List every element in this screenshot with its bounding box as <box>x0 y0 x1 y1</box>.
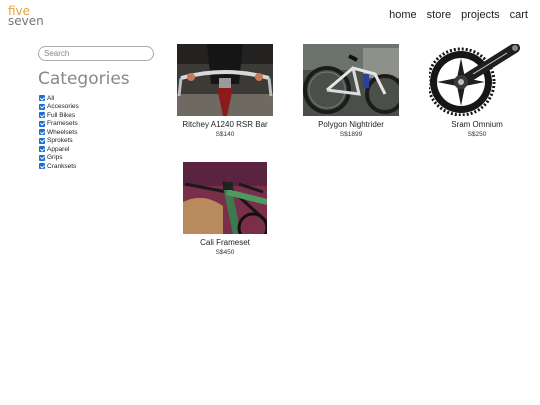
checkbox-checked[interactable] <box>39 103 45 110</box>
category-filter-sprokets[interactable]: Sprokets <box>39 137 79 146</box>
category-label: Grips <box>47 154 63 162</box>
product-price: S$1899 <box>339 131 363 138</box>
category-label: Framesets <box>47 120 78 128</box>
product-name[interactable]: Cali Frameset <box>170 238 280 247</box>
checkbox-checked[interactable] <box>39 120 45 127</box>
checkbox-checked[interactable] <box>39 112 45 119</box>
category-label: Sprokets <box>47 137 73 145</box>
search-input[interactable] <box>38 46 154 61</box>
product-name[interactable]: Ritchey A1240 RSR Bar <box>170 120 280 129</box>
category-label: Accesories <box>47 103 79 111</box>
main-nav: home store projects cart <box>389 9 528 21</box>
product-name[interactable]: Sram Omnium <box>422 120 532 129</box>
nav-projects-link[interactable]: projects <box>461 9 500 21</box>
product-image-handlebar[interactable] <box>177 44 273 116</box>
category-filter-apparel[interactable]: Apparel <box>39 145 79 154</box>
logo-word-seven: seven <box>8 14 44 28</box>
category-label: Cranksets <box>47 162 77 170</box>
nav-cart-link[interactable]: cart <box>510 9 528 21</box>
product-image-frameset[interactable] <box>183 162 267 234</box>
product-image-bike[interactable] <box>303 44 399 116</box>
checkbox-checked[interactable] <box>39 129 45 136</box>
product-image-crankset[interactable] <box>429 44 525 116</box>
product-card[interactable]: Sram Omnium S$250 <box>422 44 532 138</box>
checkbox-checked[interactable] <box>39 137 45 144</box>
product-card[interactable]: Polygon Nightrider S$1899 <box>296 44 406 138</box>
product-name[interactable]: Polygon Nightrider <box>296 120 406 129</box>
category-filter-accesories[interactable]: Accesories <box>39 103 79 112</box>
product-price: S$140 <box>215 131 235 138</box>
checkbox-checked[interactable] <box>39 154 45 161</box>
categories-heading: Categories <box>38 69 130 89</box>
category-filter-all[interactable]: All <box>39 94 79 103</box>
product-card[interactable]: Cali Frameset S$450 <box>170 162 280 256</box>
category-label: Apparel <box>47 145 70 153</box>
checkbox-checked[interactable] <box>39 95 45 102</box>
product-price: S$250 <box>467 131 487 138</box>
product-price: S$450 <box>215 249 235 256</box>
nav-store-link[interactable]: store <box>427 9 451 21</box>
site-logo[interactable]: five seven <box>8 5 44 28</box>
product-card[interactable]: Ritchey A1240 RSR Bar S$140 <box>170 44 280 138</box>
category-filter-list: All Accesories Full Bikes Framesets Whee… <box>39 94 79 171</box>
category-label: Wheelsets <box>47 128 78 136</box>
category-label: All <box>47 94 55 102</box>
category-filter-wheelsets[interactable]: Wheelsets <box>39 128 79 137</box>
checkbox-checked[interactable] <box>39 163 45 170</box>
category-filter-grips[interactable]: Grips <box>39 154 79 163</box>
category-filter-full-bikes[interactable]: Full Bikes <box>39 111 79 120</box>
nav-home-link[interactable]: home <box>389 9 417 21</box>
category-label: Full Bikes <box>47 111 76 119</box>
category-filter-cranksets[interactable]: Cranksets <box>39 162 79 171</box>
category-filter-framesets[interactable]: Framesets <box>39 120 79 129</box>
checkbox-checked[interactable] <box>39 146 45 153</box>
